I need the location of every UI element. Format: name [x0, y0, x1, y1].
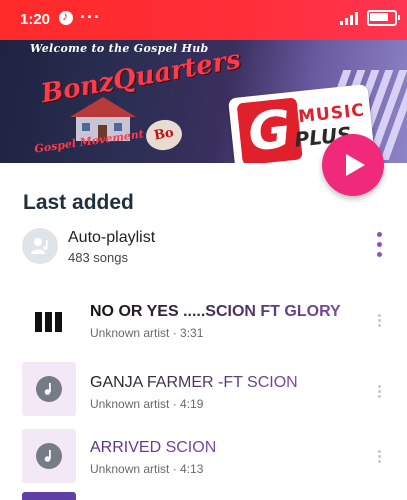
song-row-1[interactable]: NO OR YES .....SCION FT GLORY Unknown ar… [0, 289, 407, 349]
banner-badge: Bo [143, 117, 185, 153]
play-button[interactable] [322, 134, 384, 196]
music-note-icon [36, 376, 62, 402]
song-row-3[interactable]: ARRIVED SCION Unknown artist · 4:13 [0, 427, 407, 487]
banner-welcome-text: Welcome to the Gospel Hub [30, 42, 209, 55]
signal-icon [340, 11, 362, 25]
song-title: ARRIVED SCION [90, 439, 217, 456]
music-note-icon [36, 443, 62, 469]
playlist-avatar [22, 228, 58, 264]
song-subtitle: Unknown artist · 3:31 [90, 326, 204, 340]
song-subtitle: Unknown artist · 4:13 [90, 462, 204, 476]
song-title: NO OR YES .....SCION FT GLORY [90, 303, 341, 320]
more-notifications-icon: ··· [80, 7, 101, 27]
song-subtitle: Unknown artist · 4:19 [90, 397, 204, 411]
song-more-options-icon[interactable] [375, 449, 385, 465]
playlist-song-count: 483 songs [68, 250, 128, 265]
play-icon [346, 154, 365, 176]
status-bar: 1:20 ··· [0, 0, 407, 40]
page-title: Last added [23, 191, 134, 214]
playlist-more-options-icon[interactable] [372, 230, 386, 260]
music-notification-icon [59, 9, 73, 25]
status-time: 1:20 [20, 11, 51, 28]
next-song-artwork-partial [22, 492, 76, 500]
song-artwork [22, 429, 76, 483]
battery-icon [367, 10, 400, 26]
person-music-icon [31, 238, 48, 254]
bars-artwork-icon [35, 312, 62, 332]
song-more-options-icon[interactable] [375, 384, 385, 400]
song-title: GANJA FARMER -FT SCION [90, 374, 298, 391]
song-more-options-icon[interactable] [375, 313, 385, 329]
status-icons [340, 10, 400, 26]
playlist-title: Auto-playlist [68, 229, 156, 246]
song-artwork [22, 362, 76, 416]
song-artwork [22, 291, 76, 345]
song-row-2[interactable]: GANJA FARMER -FT SCION Unknown artist · … [0, 360, 407, 420]
